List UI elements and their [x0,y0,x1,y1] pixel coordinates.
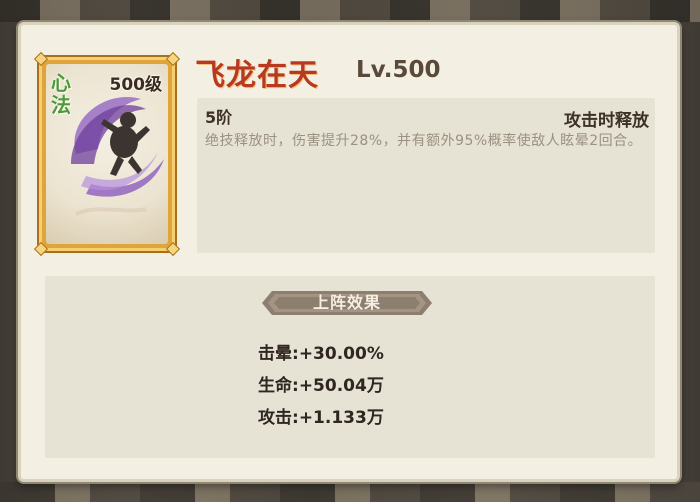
skill-card: 心法 500级 [33,51,181,257]
skill-trigger: 攻击时释放 [564,111,649,131]
stat-label: 攻击 [258,408,292,428]
background-art-bottom [0,482,700,502]
skill-description-box: 5阶 攻击时释放 绝技释放时，伤害提升28%，并有额外95%概率使敌人眩晕2回合… [197,98,655,253]
stat-row-attack: 攻击:+1.133万 [258,402,384,434]
card-type-label: 心法 [51,71,71,117]
stat-separator: : [292,376,299,396]
skill-level: Lv.500 [356,57,441,83]
game-screen: 心法 500级 飞龙在天 Lv.500 5阶 攻击时释放 绝技释放时，伤害提升2… [0,0,700,502]
effect-stats-list: 击晕:+30.00% 生命:+50.04万 攻击:+1.133万 [258,338,384,434]
skill-tier: 5阶 [205,108,233,127]
background-art-top [0,0,700,22]
stat-value: +50.04万 [298,376,384,396]
card-art-area: 心法 500级 [46,64,168,244]
stat-value: +1.133万 [298,408,384,428]
stat-row-stun: 击晕:+30.00% [258,338,384,370]
effect-title: 上阵效果 [312,293,381,312]
card-level-badge: 500级 [109,75,163,95]
stat-label: 生命 [258,376,292,396]
skill-name: 飞龙在天 [195,58,319,93]
stat-separator: : [292,344,299,364]
effect-title-banner: 上阵效果 [262,289,432,317]
stat-separator: : [292,408,299,428]
skill-description: 绝技释放时，伤害提升28%，并有额外95%概率使敌人眩晕2回合。 [205,133,643,149]
stat-label: 击晕 [258,344,292,364]
stat-row-hp: 生命:+50.04万 [258,370,384,402]
stat-value: +30.00% [298,344,384,364]
